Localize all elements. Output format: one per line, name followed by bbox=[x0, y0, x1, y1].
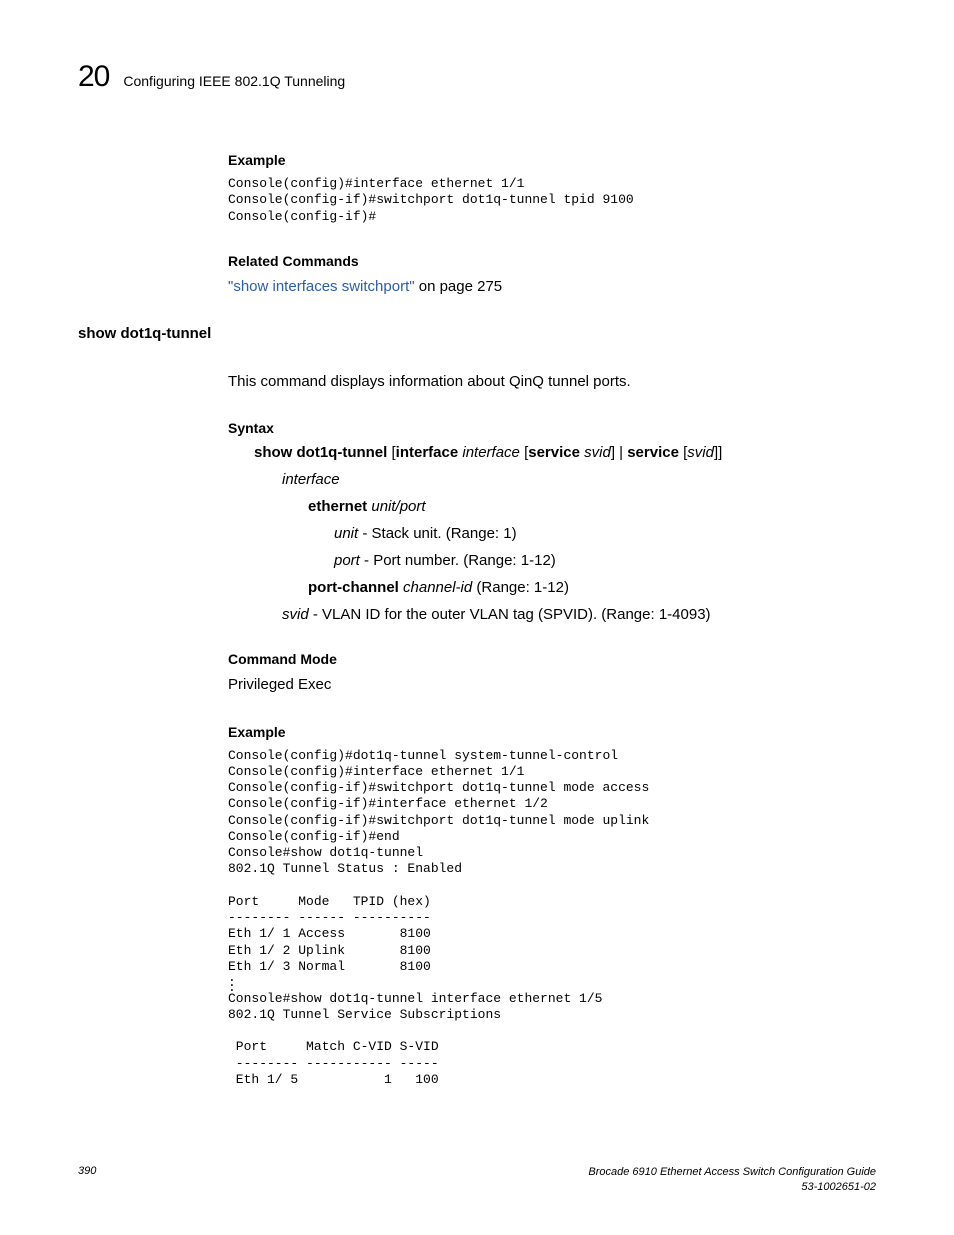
show-interfaces-switchport-link[interactable]: "show interfaces switchport" bbox=[228, 278, 415, 295]
footer-title: Brocade 6910 Ethernet Access Switch Conf… bbox=[588, 1166, 876, 1178]
example-1-block: Example Console(config)#interface ethern… bbox=[228, 152, 876, 225]
command-mode-block: Command Mode Privileged Exec bbox=[228, 651, 876, 695]
syntax-interface-param: interface bbox=[282, 471, 876, 488]
syntax-unit: unit - Stack unit. (Range: 1) bbox=[334, 525, 876, 542]
syntax-port-channel: port-channel channel-id (Range: 1-12) bbox=[308, 579, 876, 596]
page: 20 Configuring IEEE 802.1Q Tunneling Exa… bbox=[0, 0, 954, 1235]
syntax-block: Syntax show dot1q-tunnel [interface inte… bbox=[228, 420, 876, 623]
page-footer: 390 Brocade 6910 Ethernet Access Switch … bbox=[78, 1165, 876, 1195]
command-description: This command displays information about … bbox=[228, 372, 876, 392]
chapter-title: Configuring IEEE 802.1Q Tunneling bbox=[123, 73, 345, 89]
example-heading: Example bbox=[228, 152, 876, 168]
running-header: 20 Configuring IEEE 802.1Q Tunneling bbox=[78, 60, 876, 94]
example-2-block: Example Console(config)#dot1q-tunnel sys… bbox=[228, 724, 876, 1089]
example-2-ellipsis: . . . bbox=[228, 975, 876, 991]
example-2-heading: Example bbox=[228, 724, 876, 740]
example-1-code: Console(config)#interface ethernet 1/1 C… bbox=[228, 176, 876, 225]
example-2-code-part1: Console(config)#dot1q-tunnel system-tunn… bbox=[228, 748, 876, 976]
link-pageref: on page 275 bbox=[415, 278, 503, 295]
footer-docnum: 53-1002651-02 bbox=[801, 1181, 876, 1193]
command-mode-heading: Command Mode bbox=[228, 651, 876, 667]
command-name-heading: show dot1q-tunnel bbox=[78, 325, 876, 342]
syntax-svid: svid - VLAN ID for the outer VLAN tag (S… bbox=[282, 606, 876, 623]
related-commands-link-line: "show interfaces switchport" on page 275 bbox=[228, 277, 876, 297]
syntax-line: show dot1q-tunnel [interface interface [… bbox=[254, 444, 876, 461]
syntax-ethernet: ethernet unit/port bbox=[308, 498, 876, 515]
example-2-code-part2: Console#show dot1q-tunnel interface ethe… bbox=[228, 991, 876, 1089]
syntax-heading: Syntax bbox=[228, 420, 876, 436]
footer-right: Brocade 6910 Ethernet Access Switch Conf… bbox=[588, 1165, 876, 1195]
command-mode-text: Privileged Exec bbox=[228, 675, 876, 695]
related-commands-heading: Related Commands bbox=[228, 253, 876, 269]
syntax-port: port - Port number. (Range: 1-12) bbox=[334, 552, 876, 569]
page-number: 390 bbox=[78, 1165, 96, 1177]
related-commands-block: Related Commands "show interfaces switch… bbox=[228, 253, 876, 297]
chapter-number: 20 bbox=[78, 60, 109, 94]
